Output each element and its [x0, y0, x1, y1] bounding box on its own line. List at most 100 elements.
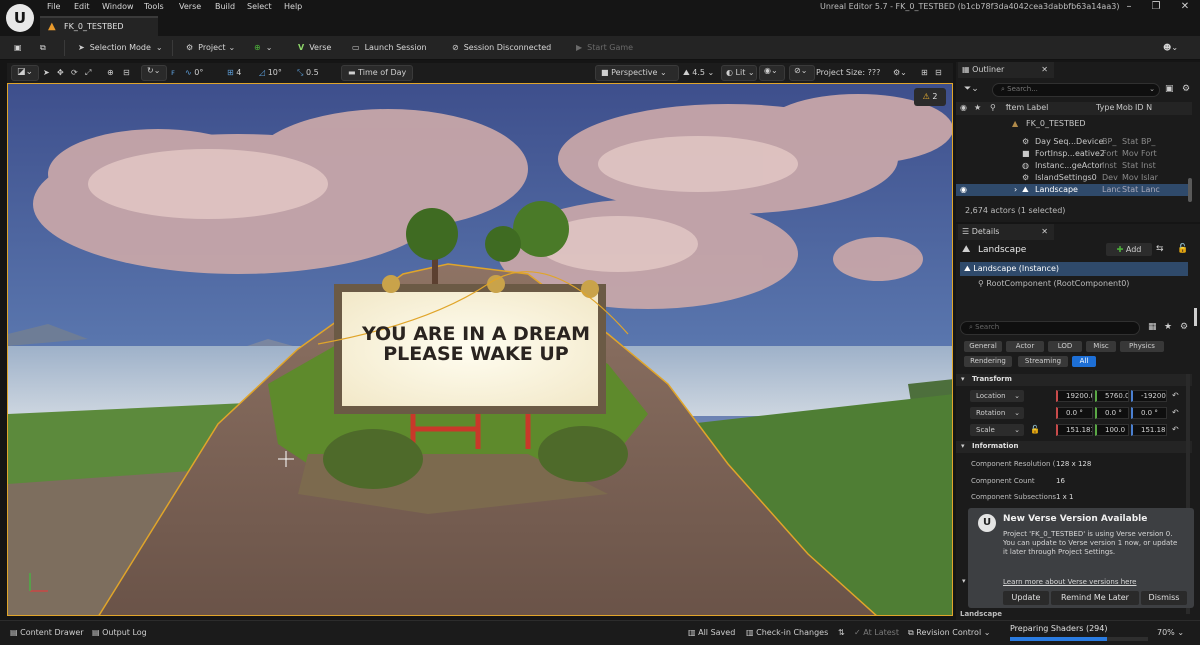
landscape-section-header[interactable]: Landscape — [960, 610, 1002, 618]
add-actor-button[interactable]: ⊕ ⌄ — [254, 40, 277, 56]
filter-streaming[interactable]: Streaming — [1018, 356, 1068, 367]
verse-versions-link[interactable]: Learn more about Verse versions here — [1003, 578, 1136, 586]
favorite-column-icon[interactable]: ★ — [974, 102, 981, 114]
sync-icon[interactable]: ⇅ — [838, 626, 845, 640]
folder-add-icon[interactable]: ▣ — [1165, 84, 1174, 94]
collapse-arrow-icon[interactable]: ▾ — [962, 577, 966, 585]
save-icon[interactable]: ▣ — [14, 40, 22, 56]
at-latest-button[interactable]: ✓ At Latest — [854, 626, 899, 640]
menu-window[interactable]: Window — [102, 2, 134, 11]
column-id[interactable]: ID N — [1135, 102, 1152, 114]
scale-x-field[interactable]: 151.1811 — [1056, 424, 1093, 436]
shader-progress[interactable]: Preparing Shaders (294) — [1008, 623, 1150, 644]
perspective-button[interactable]: ■ Perspective ⌄ — [595, 65, 679, 81]
favorite-icon[interactable]: ★ — [1164, 322, 1172, 332]
remind-me-later-button[interactable]: Remind Me Later — [1051, 591, 1139, 605]
location-dropdown[interactable]: Location ⌄ — [970, 390, 1024, 402]
output-log-button[interactable]: ▤ Output Log — [92, 626, 147, 640]
filter-icon[interactable]: ⏷⌄ — [964, 84, 979, 94]
progress-percent[interactable]: 70% ⌄ — [1157, 626, 1184, 640]
checkin-button[interactable]: ▥ Check-in Changes — [746, 626, 828, 640]
surface-snap-icon[interactable]: ⊟ — [123, 65, 130, 81]
rotate-tool-icon[interactable]: ⟳ — [71, 65, 78, 81]
table-view-icon[interactable]: ▦ — [1148, 322, 1157, 332]
minimize-icon[interactable]: – — [1116, 0, 1142, 14]
scale-tool-icon[interactable]: ⤢ — [85, 65, 91, 81]
filter-misc[interactable]: Misc — [1086, 341, 1116, 352]
details-search-input[interactable]: ⌕ Search — [960, 321, 1140, 335]
rotation-y-field[interactable]: 0.0 ° — [1095, 407, 1129, 419]
warnings-badge[interactable]: ⚠ 2 — [914, 88, 946, 106]
grid-size-value[interactable]: ⊞ 4 — [227, 65, 241, 81]
scalability-button[interactable]: ⊘⌄ — [789, 65, 815, 81]
outliner-row-selected[interactable]: ◉ › ⛰ Landscape Lanc Stat Lanc — [956, 184, 1192, 196]
project-button[interactable]: ⚙ Project ⌄ — [186, 40, 240, 56]
location-x-field[interactable]: 19200.0 — [1056, 390, 1093, 402]
expand-arrow-icon[interactable]: › — [1014, 184, 1017, 196]
reset-icon[interactable]: ↶ — [1172, 408, 1179, 417]
menu-tools[interactable]: Tools — [144, 2, 164, 11]
verse-button[interactable]: V Verse — [298, 40, 331, 56]
menu-select[interactable]: Select — [247, 2, 272, 11]
menu-edit[interactable]: Edit — [74, 2, 90, 11]
scale-y-field[interactable]: 100.0 — [1095, 424, 1129, 436]
visibility-column-icon[interactable]: ◉ — [960, 102, 967, 114]
launch-session-button[interactable]: ▭ Launch Session — [352, 40, 427, 56]
settings-icon[interactable]: ⚙⌄ — [893, 65, 907, 81]
maximize-icon[interactable]: ❐ — [1143, 0, 1169, 14]
scale-snap-value[interactable]: ⤡ 0.5 — [297, 65, 319, 81]
time-of-day-button[interactable]: ▬ Time of Day ⌄ — [341, 65, 413, 91]
reset-icon[interactable]: ↶ — [1172, 425, 1179, 434]
information-section-header[interactable]: ▾ Information — [956, 441, 1192, 453]
filter-all[interactable]: All — [1072, 356, 1096, 367]
dismiss-button[interactable]: Dismiss — [1141, 591, 1187, 605]
tab-details[interactable]: ☰ Details ✕ — [958, 224, 1054, 240]
close-icon[interactable]: ✕ — [1041, 62, 1048, 78]
viewport-menu-button[interactable]: ◪⌄ — [11, 65, 39, 81]
rotation-z-field[interactable]: 0.0 ° — [1131, 407, 1167, 419]
rotation-dropdown[interactable]: Rotation ⌄ — [970, 407, 1024, 419]
content-drawer-button[interactable]: ▤ Content Drawer — [10, 626, 84, 640]
view-mode-button[interactable]: ◐ Lit ⌄ — [721, 65, 757, 81]
filter-lod[interactable]: LOD — [1048, 341, 1082, 352]
maximize-viewport-icon[interactable]: ⊞ — [921, 65, 928, 81]
pin-column-icon[interactable]: ⚲ — [990, 102, 996, 114]
start-game-button[interactable]: ▶ Start Game — [576, 40, 633, 56]
close-icon[interactable]: ✕ — [1172, 0, 1198, 14]
menu-file[interactable]: File — [47, 2, 60, 11]
blueprint-icon[interactable]: ⇆ — [1156, 244, 1164, 254]
users-icon[interactable]: ☻⌄ — [1163, 40, 1178, 56]
filter-actor[interactable]: Actor — [1006, 341, 1044, 352]
filter-rendering[interactable]: Rendering — [964, 356, 1012, 367]
revision-control-button[interactable]: ⧉ Revision Control ⌄ — [908, 626, 990, 640]
outliner-row[interactable]: ▲ FK_0_TESTBED — [956, 118, 1192, 130]
select-tool-icon[interactable]: ➤ — [43, 65, 50, 81]
root-component[interactable]: ⚲ RootComponent (RootComponent0) — [978, 278, 1200, 290]
outliner-search-input[interactable]: ⌕ Search... ⌄ — [992, 83, 1160, 97]
tab-level[interactable]: ▲ FK_0_TESTBED — [40, 16, 158, 36]
menu-verse[interactable]: Verse — [179, 2, 201, 11]
outliner-scrollbar[interactable] — [1188, 178, 1192, 202]
tab-outliner[interactable]: ▦ Outliner ✕ — [958, 62, 1054, 78]
menu-help[interactable]: Help — [284, 2, 302, 11]
settings-icon[interactable]: ⚙ — [1180, 322, 1188, 332]
menu-build[interactable]: Build — [215, 2, 235, 11]
reset-icon[interactable]: ↶ — [1172, 391, 1179, 400]
column-item-label[interactable]: Item Label — [1006, 102, 1048, 114]
update-button[interactable]: Update — [1003, 591, 1049, 605]
rotation-x-field[interactable]: 0.0 ° — [1056, 407, 1093, 419]
location-z-field[interactable]: -19200.0 — [1131, 390, 1167, 402]
splitter-handle[interactable] — [1194, 308, 1197, 326]
column-mobility[interactable]: Mob — [1116, 102, 1133, 114]
filter-general[interactable]: General — [964, 341, 1002, 352]
camera-speed-value[interactable]: ⛰ 4.5 ⌄ — [683, 65, 714, 81]
location-y-field[interactable]: 5760.0 — [1095, 390, 1129, 402]
session-status[interactable]: ⊘ Session Disconnected — [452, 40, 551, 56]
settings-icon[interactable]: ⚙ — [1182, 84, 1190, 94]
transform-snap-button[interactable]: ↻⌄ — [141, 65, 167, 81]
outliner-row[interactable]: ⚙ IslandSettings0 Dev Mov Islar — [956, 172, 1192, 184]
snap-rotation-value[interactable]: ∿ 0° — [185, 65, 203, 81]
close-icon[interactable]: ✕ — [1041, 224, 1048, 240]
level-viewport[interactable]: YOU ARE IN A DREAM PLEASE WAKE UP ⚠ 2 — [7, 83, 953, 616]
world-space-icon[interactable]: ⊕ — [107, 65, 114, 81]
